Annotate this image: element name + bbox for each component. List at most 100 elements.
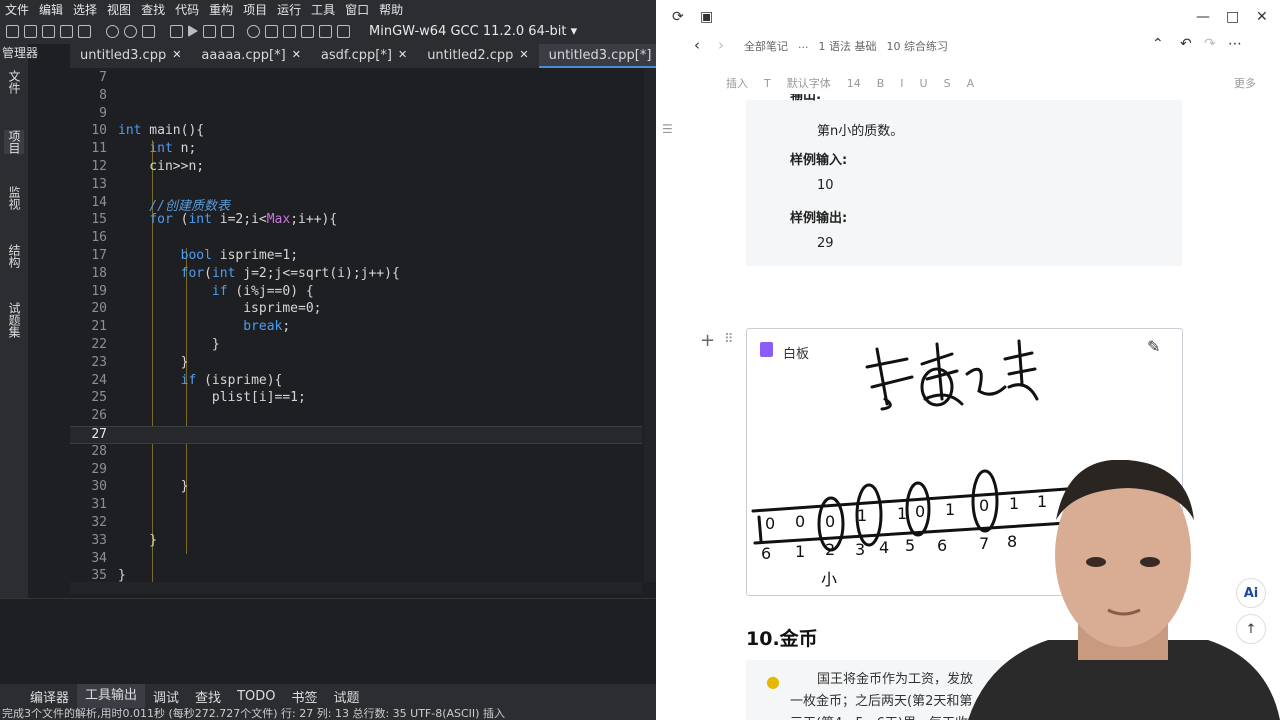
menu-item[interactable]: 文件 [0, 1, 34, 18]
code-line[interactable]: 12 cin>>n; [70, 159, 642, 177]
sidebar-toggle-icon[interactable]: ▣ [700, 9, 713, 25]
close-tab-icon[interactable]: ✕ [292, 48, 301, 68]
format-button[interactable]: 默认字体 [787, 75, 831, 91]
code-line[interactable]: 32 [70, 515, 642, 533]
code-line[interactable]: 23 } [70, 355, 642, 373]
bottom-tab[interactable]: 工具输出 [77, 684, 146, 708]
code-line[interactable]: 22 } [70, 337, 642, 355]
compile-icon[interactable] [170, 24, 183, 38]
menu-item[interactable]: 视图 [102, 1, 136, 18]
format-button[interactable]: B [877, 77, 885, 90]
new-file-icon[interactable] [6, 24, 19, 38]
forward-icon[interactable] [124, 24, 137, 38]
step-icon[interactable] [265, 24, 278, 38]
bottom-tab[interactable]: 调试 [145, 687, 187, 706]
maximize-icon[interactable]: □ [1226, 9, 1239, 25]
nav-forward-icon[interactable]: › [718, 36, 724, 54]
editor-tab[interactable]: untitled3.cpp ✕ [70, 44, 191, 68]
code-line[interactable]: 14 //创建质数表 [70, 195, 642, 214]
breadcrumb-item[interactable]: 全部笔记 [744, 38, 788, 54]
menu-item[interactable]: 编辑 [34, 1, 68, 18]
code-line[interactable]: 28 [70, 444, 642, 462]
close-window-icon[interactable]: ✕ [1256, 9, 1268, 25]
code-line[interactable]: 34 [70, 551, 642, 569]
bottom-tab[interactable]: 编译器 [22, 687, 77, 706]
code-line[interactable]: 24 if (isprime){ [70, 373, 642, 391]
menu-item[interactable]: 项目 [238, 1, 272, 18]
code-line[interactable]: 29 [70, 462, 642, 480]
save-all-icon[interactable] [60, 24, 73, 38]
code-line[interactable]: 31 [70, 497, 642, 515]
editor-tab[interactable]: untitled2.cpp ✕ [417, 44, 538, 68]
outline-icon[interactable]: ☰ [662, 122, 673, 136]
code-line[interactable]: 17 bool isprime=1; [70, 248, 642, 266]
step-over-icon[interactable] [301, 24, 314, 38]
close-tab-icon[interactable]: ✕ [519, 48, 528, 68]
code-line[interactable]: 33 } [70, 533, 642, 551]
step-into-icon[interactable] [283, 24, 296, 38]
more-options-icon[interactable]: ⋯ [1228, 36, 1242, 52]
close-tab-icon[interactable]: ✕ [398, 48, 407, 68]
compiler-select[interactable]: MinGW-w64 GCC 11.2.0 64-bit ▾ [369, 24, 577, 39]
code-line[interactable]: 11 int n; [70, 141, 642, 159]
code-line[interactable]: 15 for (int i=2;i<Max;i++){ [70, 212, 642, 230]
code-line[interactable]: 7 [70, 70, 642, 88]
vertical-scrollbar[interactable] [644, 68, 656, 582]
fullscreen-icon[interactable] [142, 24, 155, 38]
run-icon[interactable] [188, 25, 198, 37]
collapse-icon[interactable]: ⌃ [1152, 36, 1164, 52]
code-line[interactable]: 19 if (i%j==0) { [70, 284, 642, 302]
format-button[interactable]: 14 [847, 77, 861, 90]
format-button[interactable]: T [764, 77, 771, 90]
side-tab-watch[interactable]: 监视 [4, 186, 24, 210]
menu-item[interactable]: 运行 [272, 1, 306, 18]
format-button[interactable]: I [900, 77, 903, 90]
stop-icon[interactable] [319, 24, 332, 38]
code-line[interactable]: 30 } [70, 479, 642, 497]
breadcrumb-item[interactable]: 1 语法 基础 [819, 38, 877, 54]
code-line[interactable]: 21 break; [70, 319, 642, 337]
side-tab-problems[interactable]: 试题集 [4, 302, 24, 338]
format-button[interactable]: S [944, 77, 951, 90]
menu-item[interactable]: 查找 [136, 1, 170, 18]
compile-run-icon[interactable] [203, 24, 216, 38]
code-line[interactable]: 26 [70, 408, 642, 426]
code-line[interactable]: 16 [70, 230, 642, 248]
close-file-icon[interactable] [78, 24, 91, 38]
code-editor[interactable]: 7 8 9 10 int main(){11 int n; 12 cin>>n; 13 14 … [70, 68, 642, 582]
redo-icon[interactable]: ↷ [1204, 36, 1216, 52]
nav-back-icon[interactable]: ‹ [694, 36, 700, 54]
menu-item[interactable]: 代码 [170, 1, 204, 18]
editor-tab[interactable]: untitled3.cpp[*]✕ [538, 44, 656, 68]
format-button[interactable]: 插入 [726, 75, 748, 91]
breadcrumb-item[interactable]: ... [798, 38, 809, 54]
close-tab-icon[interactable]: ✕ [172, 48, 181, 68]
save-icon[interactable] [42, 24, 55, 38]
undo-icon[interactable]: ↶ [1180, 36, 1192, 52]
bottom-tab[interactable]: 书签 [283, 687, 325, 706]
open-file-icon[interactable] [24, 24, 37, 38]
code-line[interactable]: 8 [70, 88, 642, 106]
code-line[interactable]: 35} [70, 568, 642, 582]
menu-item[interactable]: 选择 [68, 1, 102, 18]
code-line[interactable]: 27 [70, 426, 642, 444]
bottom-tab[interactable]: 查找 [187, 687, 229, 706]
menu-item[interactable]: 帮助 [374, 1, 408, 18]
code-line[interactable]: 25 plist[i]==1; [70, 390, 642, 408]
code-line[interactable]: 9 [70, 106, 642, 124]
profile-icon[interactable] [337, 24, 350, 38]
bottom-tab[interactable]: 试题 [326, 687, 368, 706]
editor-tab[interactable]: asdf.cpp[*] ✕ [311, 44, 417, 68]
side-tab-structure[interactable]: 结构 [4, 244, 24, 268]
code-line[interactable]: 18 for(int j=2;j<=sqrt(i);j++){ [70, 266, 642, 284]
side-tab-files[interactable]: 文件 [4, 70, 24, 94]
menu-item[interactable]: 窗口 [340, 1, 374, 18]
bottom-tab[interactable]: TODO [229, 689, 283, 704]
code-line[interactable]: 10 int main(){ [70, 123, 642, 141]
minimize-icon[interactable]: — [1196, 9, 1210, 25]
side-tab-project[interactable]: 项目 [4, 130, 24, 154]
editor-tab[interactable]: aaaaa.cpp[*] ✕ [191, 44, 310, 68]
menu-item[interactable]: 重构 [204, 1, 238, 18]
breadcrumb-item[interactable]: 10 综合练习 [887, 38, 949, 54]
back-icon[interactable] [106, 24, 119, 38]
